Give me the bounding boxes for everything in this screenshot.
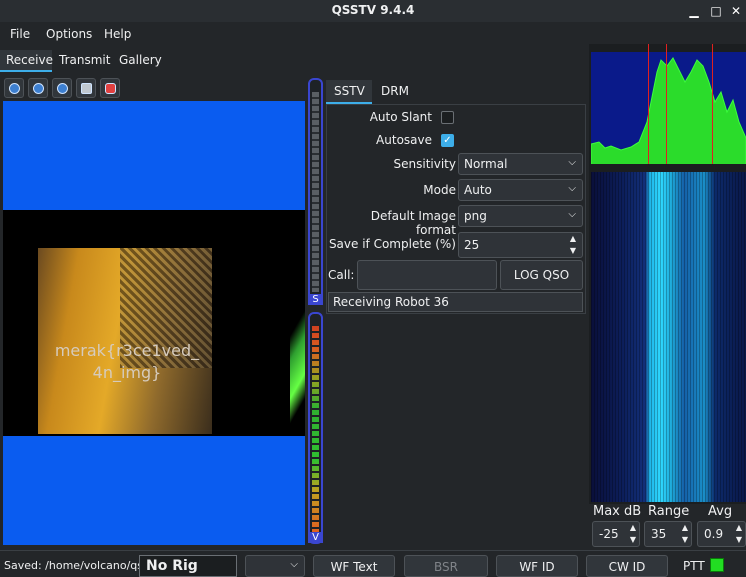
call-label: Call: (328, 268, 355, 282)
image-format-label: Default Image format (370, 209, 456, 237)
ptt-indicator (710, 558, 724, 572)
call-input[interactable] (357, 260, 497, 290)
chevron-down-icon: ⌵ (568, 183, 576, 194)
spin-up-icon[interactable]: ▲ (630, 523, 636, 532)
sensitivity-label: Sensitivity (393, 157, 456, 171)
tab-transmit[interactable]: Transmit (59, 53, 110, 67)
avg-value: 0.9 (704, 527, 724, 541)
autosave-checkbox[interactable]: ✓ (441, 134, 454, 147)
volume-meter-label: V (308, 532, 323, 543)
log-qso-button[interactable]: LOG QSO (500, 260, 583, 290)
start-button[interactable] (4, 78, 24, 98)
ptt-label: PTT (683, 559, 705, 573)
avg-spinbox[interactable]: 0.9 ▲ ▼ (697, 521, 746, 547)
spectrum-display (590, 52, 746, 164)
minimize-button[interactable]: ▁ (686, 3, 702, 19)
save-button[interactable] (76, 78, 96, 98)
spectrum-trace (590, 57, 746, 164)
marker-line (648, 44, 649, 164)
marker-line (666, 44, 667, 164)
max-db-value: -25 (599, 527, 619, 541)
window-title: QSSTV 9.4.4 (331, 3, 415, 17)
menu-file[interactable]: File (10, 27, 30, 41)
saved-path-text: Saved: /home/volcano/qsst (4, 559, 154, 572)
save-icon (81, 83, 92, 94)
subtab-drm[interactable]: DRM (381, 84, 409, 98)
mode-value: Auto (464, 183, 492, 197)
spin-up-icon[interactable]: ▲ (570, 234, 576, 243)
avg-label: Avg (708, 504, 733, 519)
spin-down-icon[interactable]: ▼ (682, 535, 688, 544)
range-spinbox[interactable]: 35 ▲ ▼ (644, 521, 692, 547)
reload-icon (57, 83, 68, 94)
autosave-label: Autosave (376, 133, 432, 147)
spin-down-icon[interactable]: ▼ (736, 535, 742, 544)
chevron-down-icon: ⌵ (568, 157, 576, 168)
start-icon (9, 83, 20, 94)
sensitivity-combo[interactable]: Normal ⌵ (458, 153, 583, 175)
tab-receive[interactable]: Receive (6, 53, 53, 67)
image-green-artifact (290, 210, 305, 436)
volume-meter-fill (312, 326, 319, 532)
maximize-button[interactable]: □ (708, 3, 724, 19)
image-format-value: png (464, 209, 487, 223)
reload-button[interactable] (52, 78, 72, 98)
spin-up-icon[interactable]: ▲ (682, 523, 688, 532)
range-label: Range (648, 504, 690, 519)
image-format-combo[interactable]: png ⌵ (458, 205, 583, 227)
save-complete-label: Save if Complete (%) (328, 237, 456, 251)
max-db-spinbox[interactable]: -25 ▲ ▼ (592, 521, 640, 547)
save-complete-spinbox[interactable]: 25 ▲ ▼ (458, 232, 583, 258)
close-button[interactable]: ✕ (728, 3, 744, 19)
sync-meter-fill (312, 92, 319, 292)
tab-gallery[interactable]: Gallery (119, 53, 162, 67)
chevron-down-icon: ⌵ (290, 559, 298, 570)
save-complete-value: 25 (464, 238, 480, 252)
sync-meter-label: S (308, 294, 323, 305)
erase-button[interactable] (100, 78, 120, 98)
spin-down-icon[interactable]: ▼ (630, 535, 636, 544)
sensitivity-value: Normal (464, 157, 508, 171)
stop-button[interactable] (28, 78, 48, 98)
photo-text-line2: 4n_img} (92, 363, 162, 382)
subtab-sstv[interactable]: SSTV (334, 84, 365, 98)
marker-line (712, 44, 713, 164)
chevron-down-icon: ⌵ (568, 209, 576, 220)
max-db-label: Max dB (593, 504, 642, 519)
mode-label: Mode (423, 183, 456, 197)
range-value: 35 (651, 527, 667, 541)
auto-slant-checkbox[interactable] (441, 111, 454, 124)
photo-overlay-text: merak{r3ce1ved_ 4n_img} (42, 340, 212, 384)
menu-help[interactable]: Help (104, 27, 131, 41)
stop-icon (33, 83, 44, 94)
waterfall-texture (591, 172, 746, 502)
mode-combo[interactable]: Auto ⌵ (458, 179, 583, 201)
receive-status: Receiving Robot 36 (328, 292, 583, 312)
spin-up-icon[interactable]: ▲ (736, 523, 742, 532)
photo-text-line1: merak{r3ce1ved_ (54, 341, 200, 360)
spin-down-icon[interactable]: ▼ (570, 246, 576, 255)
erase-icon (105, 83, 116, 94)
menu-options[interactable]: Options (46, 27, 92, 41)
auto-slant-label: Auto Slant (369, 110, 432, 124)
